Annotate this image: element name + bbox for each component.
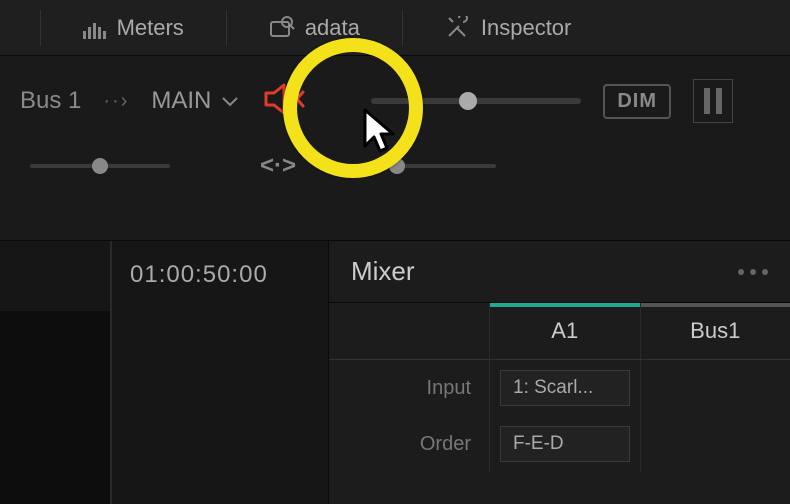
balance-slider-1[interactable] xyxy=(30,164,170,168)
code-icon[interactable]: <·> xyxy=(260,152,296,180)
timecode-display[interactable]: 01:00:50:00 xyxy=(130,261,268,289)
input-select-a1[interactable]: 1: Scarl... xyxy=(500,370,630,406)
tab-metadata[interactable]: adata xyxy=(257,15,372,41)
param-label-input: Input xyxy=(329,377,489,400)
top-tab-bar: er Meters adata Inspector xyxy=(0,0,790,56)
channel-bus1-header[interactable]: Bus1 xyxy=(641,303,790,359)
param-row-order: Order F-E-D xyxy=(329,416,790,472)
meters-icon xyxy=(83,17,107,39)
channel-headers: A1 Bus1 xyxy=(329,303,790,360)
tab-metadata-label: adata xyxy=(305,15,360,41)
panel-divider[interactable] xyxy=(110,241,112,504)
balance-slider-2[interactable] xyxy=(386,164,496,168)
bus-label[interactable]: Bus 1 xyxy=(20,87,81,115)
channel-color-stripe xyxy=(641,303,790,307)
more-options-button[interactable] xyxy=(738,269,768,275)
slider-thumb[interactable] xyxy=(389,158,405,174)
timeline-panel: 01:00:50:00 xyxy=(0,241,328,504)
order-select-a1[interactable]: F-E-D xyxy=(500,426,630,462)
dim-label: DIM xyxy=(617,90,657,112)
order-select-bus1[interactable] xyxy=(640,416,790,472)
pause-button[interactable] xyxy=(693,79,733,123)
volume-slider[interactable] xyxy=(371,98,581,104)
tab-meters-label: Meters xyxy=(117,15,184,41)
channel-color-stripe xyxy=(490,303,640,307)
channel-a1-header[interactable]: A1 xyxy=(490,303,640,359)
volume-slider-thumb[interactable] xyxy=(459,92,477,110)
param-label-order: Order xyxy=(329,433,489,456)
monitor-control-row: Bus 1 ··› MAIN DIM xyxy=(0,56,790,146)
dim-button[interactable]: DIM xyxy=(603,84,671,119)
tools-icon xyxy=(445,16,471,40)
tab-inspector-label: Inspector xyxy=(481,15,572,41)
speaker-mute-icon xyxy=(263,81,307,122)
tab-mixer[interactable]: er xyxy=(0,15,10,41)
tab-inspector[interactable]: Inspector xyxy=(433,15,584,41)
mixer-header: Mixer xyxy=(329,241,790,303)
param-row-input: Input 1: Scarl... xyxy=(329,360,790,416)
slider-thumb[interactable] xyxy=(92,158,108,174)
tab-meters[interactable]: Meters xyxy=(71,15,196,41)
routing-arrow-icon: ··› xyxy=(103,90,129,113)
chevron-down-icon xyxy=(221,87,239,115)
preview-area xyxy=(0,311,110,504)
secondary-slider-row: <·> xyxy=(0,146,790,186)
metadata-icon xyxy=(269,16,295,40)
channel-bus1-label: Bus1 xyxy=(690,318,740,344)
lower-panels: 01:00:50:00 Mixer A1 Bus1 xyxy=(0,240,790,504)
divider xyxy=(226,10,227,46)
main-output-label: MAIN xyxy=(151,87,211,115)
divider xyxy=(40,10,41,46)
main-output-select[interactable]: MAIN xyxy=(151,87,239,115)
mute-button[interactable] xyxy=(261,77,309,125)
mixer-title: Mixer xyxy=(351,256,415,287)
mixer-panel: Mixer A1 Bus1 Input xyxy=(328,241,790,504)
input-select-bus1[interactable] xyxy=(640,360,790,416)
divider xyxy=(402,10,403,46)
channel-a1-label: A1 xyxy=(551,318,578,344)
